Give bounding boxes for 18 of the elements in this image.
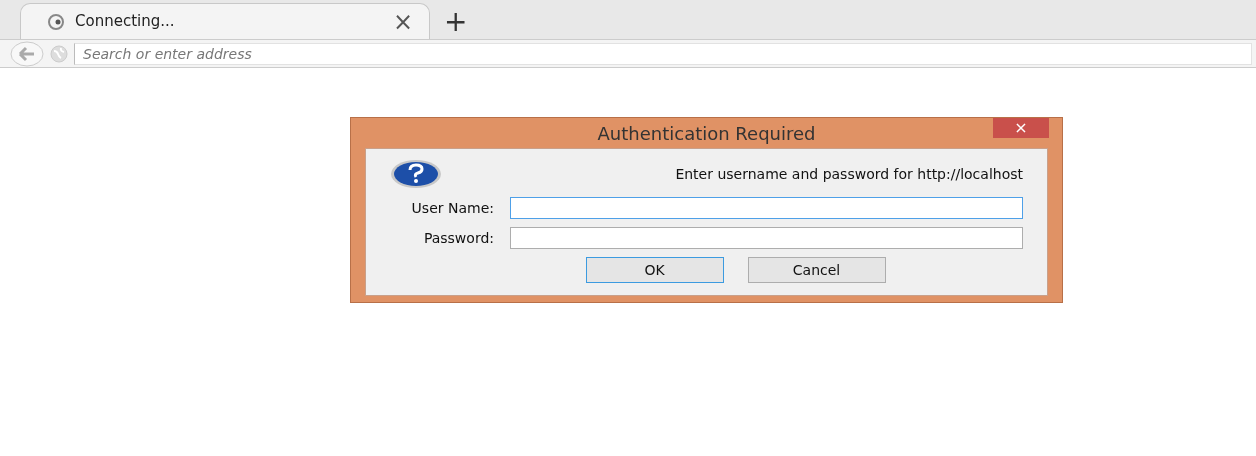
input-field[interactable] [510, 227, 1023, 249]
prompt-message: Enter username and password for http://localhost [675, 164, 1023, 184]
input-field[interactable] [510, 197, 1023, 219]
field-label: Password: [422, 228, 495, 248]
globe-icon [50, 44, 68, 63]
field-label: User Name: [410, 198, 495, 218]
new-tab-button[interactable]: + [438, 7, 474, 36]
tab-title: Connecting... [75, 11, 176, 33]
close-button[interactable]: × [993, 118, 1049, 138]
dialog-button[interactable]: Cancel [747, 257, 886, 283]
loading-icon [47, 12, 65, 31]
dialog-button[interactable]: OK [585, 257, 724, 283]
back-icon[interactable] [10, 40, 44, 67]
close-tab-button[interactable]: × [392, 9, 413, 34]
address-field[interactable]: Search or enter address [74, 42, 1252, 65]
question-icon [390, 159, 442, 189]
browser-tab[interactable]: Connecting... × [20, 3, 430, 39]
dialog-title: Authentication Required [597, 121, 816, 146]
